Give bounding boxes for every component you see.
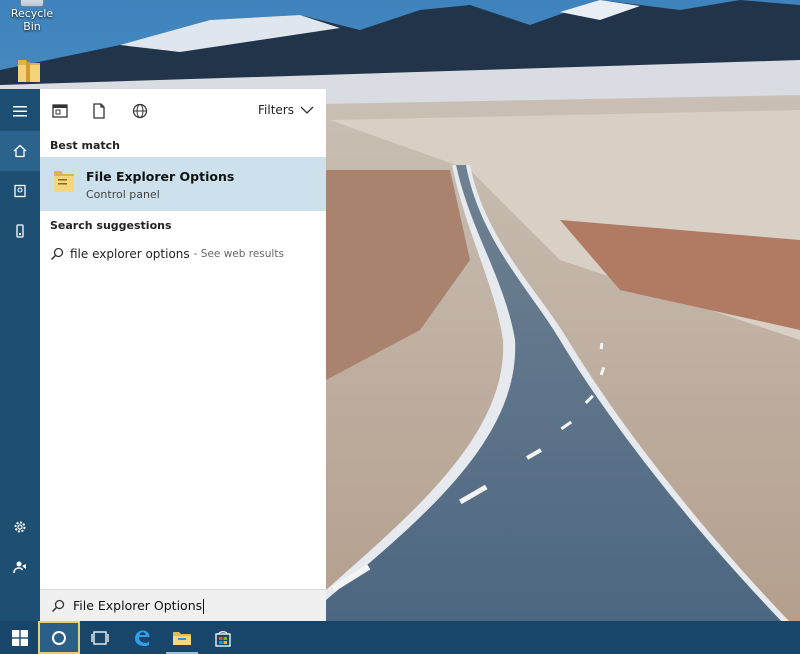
- search-icon: [51, 599, 65, 613]
- text-caret: [203, 599, 205, 614]
- notebook-icon[interactable]: [0, 171, 40, 211]
- taskbar: [0, 621, 800, 654]
- search-icon: [50, 247, 64, 261]
- task-view-icon: [91, 630, 109, 645]
- task-view-button[interactable]: [80, 621, 120, 654]
- suggestion-text: file explorer options: [70, 247, 190, 261]
- cortana-button[interactable]: [38, 621, 80, 654]
- web-icon[interactable]: [130, 101, 150, 121]
- hamburger-icon[interactable]: [0, 91, 40, 131]
- feedback-icon[interactable]: [0, 547, 40, 587]
- search-results-panel: Filters Best match File Explorer Options…: [40, 89, 326, 621]
- start-button[interactable]: [0, 621, 40, 654]
- recycle-bin-icon[interactable]: Recycle Bin: [2, 0, 62, 33]
- edge-button[interactable]: [122, 621, 162, 654]
- file-explorer-button[interactable]: [162, 621, 202, 654]
- best-match-subtitle: Control panel: [86, 188, 160, 201]
- windows-logo-icon: [12, 629, 28, 646]
- start-menu-rail: [0, 89, 40, 621]
- search-input-value: File Explorer Options: [73, 598, 203, 613]
- web-suggestion-item[interactable]: file explorer options - See web results: [40, 243, 326, 265]
- desktop-folder-icon[interactable]: [16, 56, 42, 84]
- filters-dropdown[interactable]: Filters: [258, 103, 314, 117]
- settings-icon[interactable]: [0, 507, 40, 547]
- best-match-title: File Explorer Options: [86, 169, 235, 184]
- suggestion-hint: - See web results: [193, 248, 284, 260]
- documents-icon[interactable]: [89, 101, 109, 121]
- recycle-bin-label: Recycle Bin: [10, 7, 54, 33]
- edge-icon: [135, 630, 150, 646]
- chevron-down-icon: [300, 106, 314, 114]
- apps-icon[interactable]: [50, 101, 70, 121]
- phone-icon[interactable]: [0, 211, 40, 251]
- folder-options-icon: [53, 168, 75, 194]
- best-match-heading: Best match: [50, 139, 120, 152]
- cortana-circle-icon: [52, 630, 66, 645]
- store-icon: [215, 630, 231, 647]
- best-match-result[interactable]: File Explorer Options Control panel: [40, 157, 326, 211]
- trash-icon: [20, 0, 44, 7]
- filters-label: Filters: [258, 103, 294, 117]
- search-suggestions-heading: Search suggestions: [50, 219, 172, 232]
- results-toolbar: Filters: [40, 89, 326, 133]
- search-input[interactable]: File Explorer Options: [40, 589, 326, 622]
- store-button[interactable]: [203, 621, 243, 654]
- home-icon[interactable]: [0, 131, 40, 171]
- folder-icon: [173, 631, 191, 645]
